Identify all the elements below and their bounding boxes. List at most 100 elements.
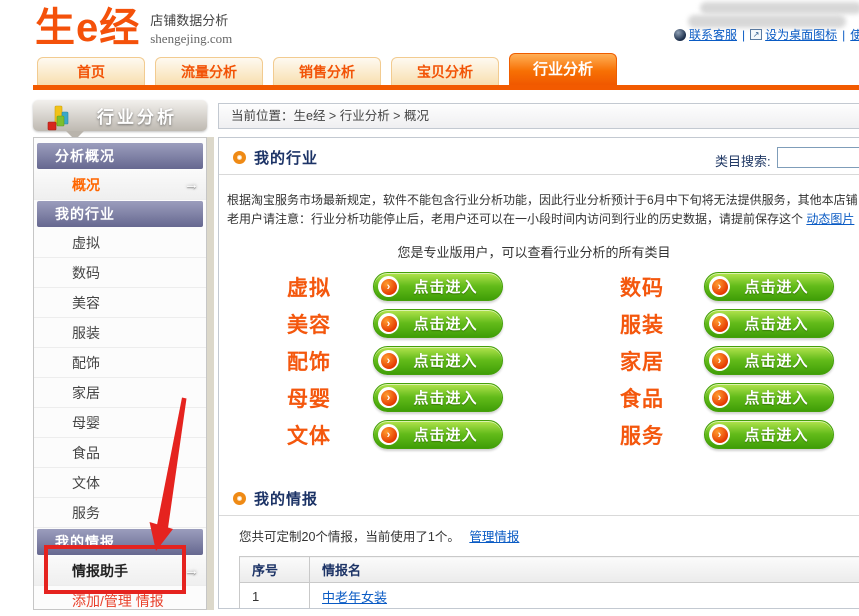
arrow-circle-icon: › xyxy=(378,424,399,445)
pro-user-note: 您是专业版用户，可以查看行业分析的所有类目 xyxy=(219,242,849,261)
logo-tagline: 店铺数据分析 xyxy=(150,10,232,29)
arrow-circle-icon: › xyxy=(378,387,399,408)
section-divider xyxy=(219,515,859,516)
sidebar-item-clothing[interactable]: 服装 xyxy=(34,318,206,348)
arrow-circle-icon: › xyxy=(378,276,399,297)
enter-button-sports[interactable]: › 点击进入 xyxy=(373,420,503,449)
main-panel: 我的行业 类目搜索: 根据淘宝服务市场最新规定，软件不能包含行业分析功能，因此行… xyxy=(218,137,859,609)
sidebar-item-food[interactable]: 食品 xyxy=(34,438,206,468)
enter-button-service[interactable]: › 点击进入 xyxy=(704,420,834,449)
bar-chart-3d-icon xyxy=(45,104,73,134)
category-label: 家居 xyxy=(592,346,664,376)
link-separator: | xyxy=(842,28,845,42)
enter-button-digital[interactable]: › 点击进入 xyxy=(704,272,834,301)
main-nav-tabs: 首页 流量分析 销售分析 宝贝分析 行业分析 xyxy=(37,53,617,85)
category-search-input[interactable] xyxy=(777,147,859,168)
enter-button-virtual[interactable]: › 点击进入 xyxy=(373,272,503,301)
section-my-industry-title: 我的行业 xyxy=(254,147,318,168)
column-header-name: 情报名 xyxy=(310,557,859,583)
enter-button-beauty[interactable]: › 点击进入 xyxy=(373,309,503,338)
column-header-no: 序号 xyxy=(240,557,310,583)
arrow-circle-icon: › xyxy=(378,350,399,371)
manage-intel-link[interactable]: 管理情报 xyxy=(469,530,519,544)
sidebar-item-manage-intel[interactable]: 添加/管理 情报 xyxy=(34,586,206,616)
tab-sales-analysis[interactable]: 销售分析 xyxy=(273,57,381,85)
tab-industry-analysis[interactable]: 行业分析 xyxy=(509,53,617,85)
enter-button-baby[interactable]: › 点击进入 xyxy=(373,383,503,412)
section-my-intel-title: 我的情报 xyxy=(254,488,318,509)
sidebar-shadow xyxy=(207,137,214,610)
sidebar-item-beauty[interactable]: 美容 xyxy=(34,288,206,318)
category-row: 文体 › 点击进入 服务 › 点击进入 xyxy=(219,416,859,453)
sidebar-section-my-industry: 我的行业 xyxy=(37,201,203,227)
enter-button-accessory[interactable]: › 点击进入 xyxy=(373,346,503,375)
arrow-circle-icon: › xyxy=(709,276,730,297)
category-row: 美容 › 点击进入 服装 › 点击进入 xyxy=(219,305,859,342)
category-search-label: 类目搜索: xyxy=(715,151,771,170)
category-label: 文体 xyxy=(259,420,331,450)
sidebar-header: 行业分析 xyxy=(33,100,207,131)
breadcrumb: 当前位置：生e经 > 行业分析 > 概况 xyxy=(218,103,859,129)
app-logo: 生e经 店铺数据分析 shengejing.com xyxy=(35,8,232,48)
active-arrow-icon: → xyxy=(184,556,199,586)
sidebar-item-virtual[interactable]: 虚拟 xyxy=(34,228,206,258)
sidebar-item-home[interactable]: 家居 xyxy=(34,378,206,408)
sidebar-item-service[interactable]: 服务 xyxy=(34,498,206,528)
redacted-blur xyxy=(700,2,859,14)
category-label: 服务 xyxy=(592,420,664,450)
category-row: 虚拟 › 点击进入 数码 › 点击进入 xyxy=(219,268,859,305)
intel-usage-text: 您共可定制20个情报，当前使用了1个。 xyxy=(239,530,460,544)
sidebar-menu: 分析概况 概况 → 我的行业 虚拟 数码 美容 服装 配饰 家居 母婴 食品 文… xyxy=(33,137,207,610)
category-label: 配饰 xyxy=(259,346,331,376)
category-row: 母婴 › 点击进入 食品 › 点击进入 xyxy=(219,379,859,416)
category-label: 食品 xyxy=(592,383,664,413)
sidebar-item-accessory[interactable]: 配饰 xyxy=(34,348,206,378)
top-links: 联系客服 | ↗ 设为桌面图标 | 使 xyxy=(674,26,859,43)
arrow-circle-icon: › xyxy=(709,424,730,445)
category-label: 母婴 xyxy=(259,383,331,413)
sidebar-item-intel-assistant[interactable]: 情报助手 → xyxy=(34,556,206,586)
contact-service-link[interactable]: 联系客服 xyxy=(689,26,737,43)
enter-button-home[interactable]: › 点击进入 xyxy=(704,346,834,375)
sidebar-item-overview[interactable]: 概况 → xyxy=(34,170,206,200)
category-label: 虚拟 xyxy=(259,272,331,302)
intel-row-no: 1 xyxy=(240,583,310,610)
enter-button-food[interactable]: › 点击进入 xyxy=(704,383,834,412)
desktop-shortcut-link[interactable]: 设为桌面图标 xyxy=(765,26,837,43)
arrow-circle-icon: › xyxy=(709,350,730,371)
logo-domain: shengejing.com xyxy=(150,31,232,47)
category-label: 数码 xyxy=(592,272,664,302)
section-bullet-icon xyxy=(233,151,246,164)
intel-table: 序号 情报名 1 中老年女装 xyxy=(239,556,859,609)
contact-service-icon xyxy=(674,29,686,41)
category-label: 服装 xyxy=(592,309,664,339)
notice-line-2: 老用户请注意：行业分析功能停止后，老用户还可以在一小段时间内访问到行业的历史数据… xyxy=(227,210,858,229)
active-arrow-icon: → xyxy=(184,170,199,200)
category-label: 美容 xyxy=(259,309,331,339)
intel-row-name-link[interactable]: 中老年女装 xyxy=(322,590,387,605)
notice-text: 根据淘宝服务市场最新规定，软件不能包含行业分析功能，因此行业分析预计于6月中下旬… xyxy=(227,191,858,229)
notice-line-1: 根据淘宝服务市场最新规定，软件不能包含行业分析功能，因此行业分析预计于6月中下旬… xyxy=(227,191,858,210)
tab-item-analysis[interactable]: 宝贝分析 xyxy=(391,57,499,85)
table-row: 1 中老年女装 xyxy=(240,583,859,610)
logo-text: 生e经 xyxy=(35,8,140,48)
arrow-circle-icon: › xyxy=(709,387,730,408)
sidebar-item-baby[interactable]: 母婴 xyxy=(34,408,206,438)
intel-usage-line: 您共可定制20个情报，当前使用了1个。 管理情报 xyxy=(239,526,519,545)
link-separator: | xyxy=(742,28,745,42)
category-grid: 虚拟 › 点击进入 数码 › 点击进入 美容 › 点击进入 服装 › 点击进入 xyxy=(219,268,859,453)
tab-traffic-analysis[interactable]: 流量分析 xyxy=(155,57,263,85)
sidebar-section-my-intel: 我的情报 xyxy=(37,529,203,555)
nav-accent-bar xyxy=(33,85,859,90)
section-my-intel-header: 我的情报 xyxy=(233,488,318,509)
section-divider xyxy=(219,174,859,175)
tab-home[interactable]: 首页 xyxy=(37,57,145,85)
arrow-circle-icon: › xyxy=(709,313,730,334)
enter-button-clothing[interactable]: › 点击进入 xyxy=(704,309,834,338)
dynamic-image-link[interactable]: 动态图片 xyxy=(806,212,854,226)
section-bullet-icon xyxy=(233,492,246,505)
sidebar-item-digital[interactable]: 数码 xyxy=(34,258,206,288)
sidebar-item-sports[interactable]: 文体 xyxy=(34,468,206,498)
help-link[interactable]: 使 xyxy=(850,26,859,43)
sidebar-title: 行业分析 xyxy=(97,103,177,128)
